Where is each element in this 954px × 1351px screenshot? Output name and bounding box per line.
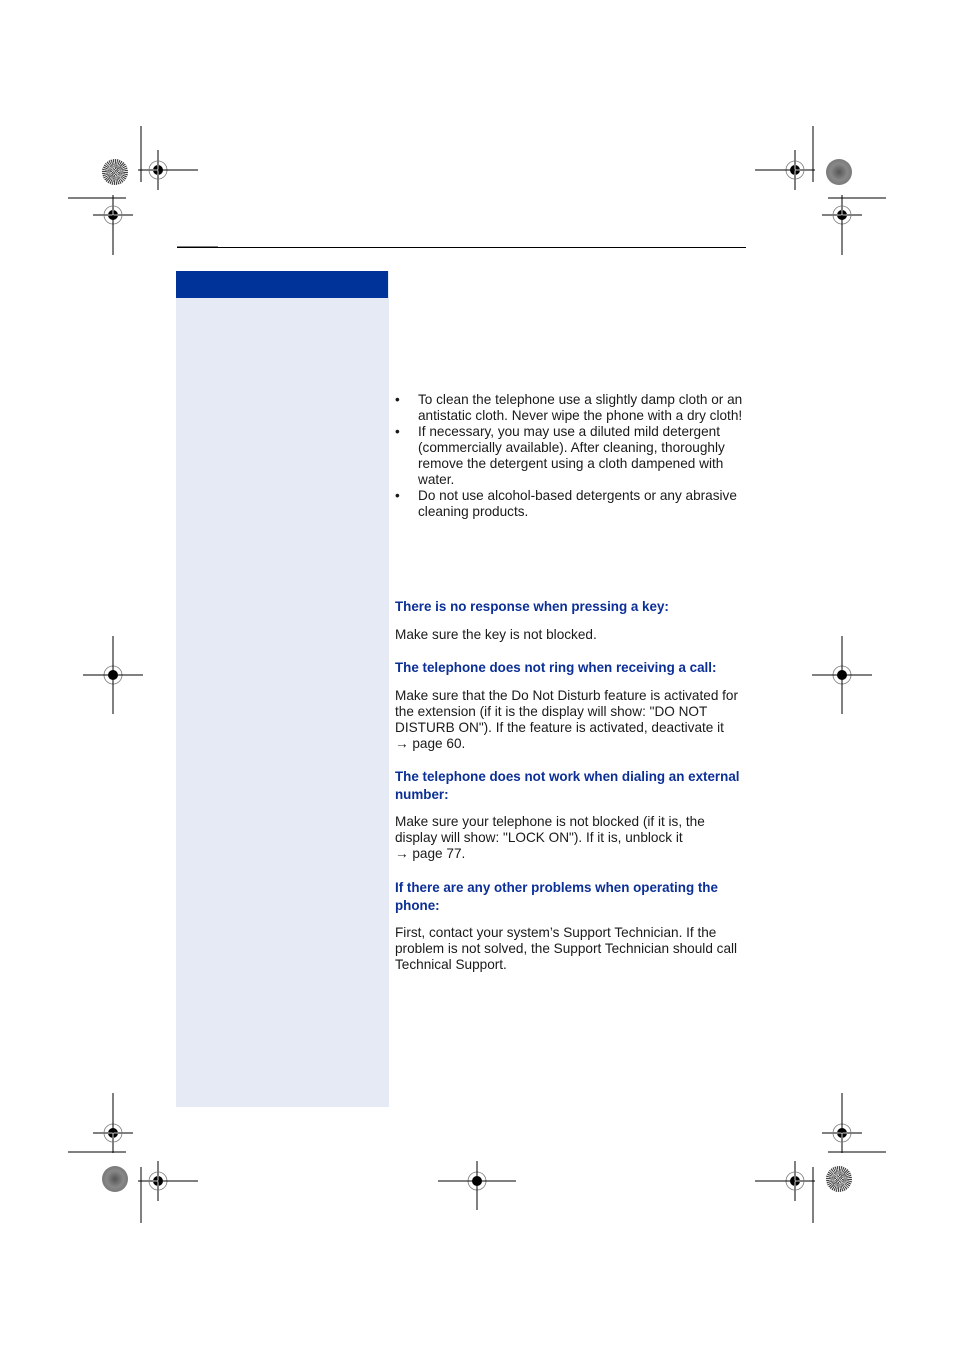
gray-target-icon [826,159,852,185]
star-target-icon [102,159,128,185]
gray-target-icon [102,1166,128,1192]
printer-marks [68,126,886,1223]
star-target-icon [826,1166,852,1192]
